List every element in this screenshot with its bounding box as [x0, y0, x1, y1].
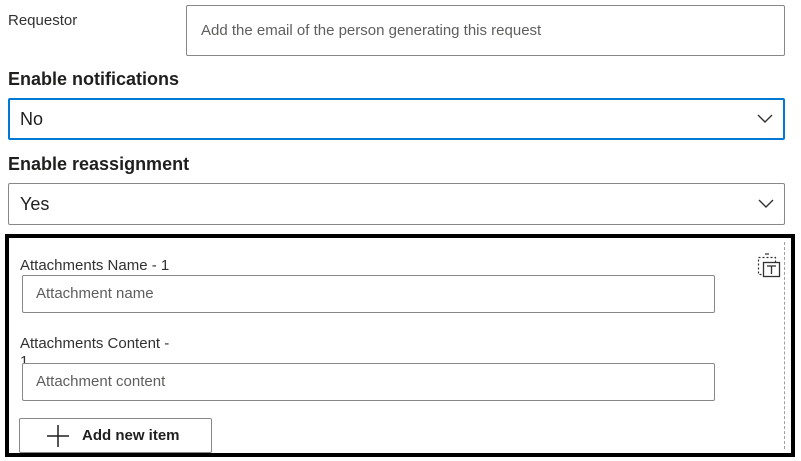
attachments-content-label-wrap: 1 [20, 353, 29, 363]
enable-reassignment-value: Yes [20, 194, 50, 214]
delete-item-icon[interactable] [757, 252, 781, 278]
enable-notifications-title: Enable notifications [8, 69, 180, 89]
chevron-down-icon [758, 199, 774, 208]
requestor-input[interactable]: Add the email of the person generating t… [186, 5, 785, 56]
enable-reassignment-dropdown[interactable]: Yes [8, 183, 785, 225]
plus-icon [47, 424, 69, 447]
attachments-name-label: Attachments Name - 1 [20, 257, 170, 274]
attachments-content-label: Attachments Content - [20, 335, 170, 352]
attachment-content-input[interactable]: Attachment content [22, 363, 715, 401]
attachments-repeater-item: Attachments Name - 1 Attachment name Att… [5, 234, 795, 457]
enable-notifications-value: No [20, 109, 44, 129]
attachment-name-input[interactable]: Attachment name [22, 275, 715, 313]
add-new-item-button[interactable]: Add new item [19, 418, 212, 453]
enable-notifications-dropdown[interactable]: No [8, 98, 785, 140]
enable-reassignment-title: Enable reassignment [8, 154, 190, 174]
add-new-item-label: Add new item [82, 427, 180, 444]
requestor-label: Requestor [8, 12, 78, 29]
chevron-down-icon [757, 114, 773, 123]
repeater-dashed-edge [784, 242, 785, 449]
